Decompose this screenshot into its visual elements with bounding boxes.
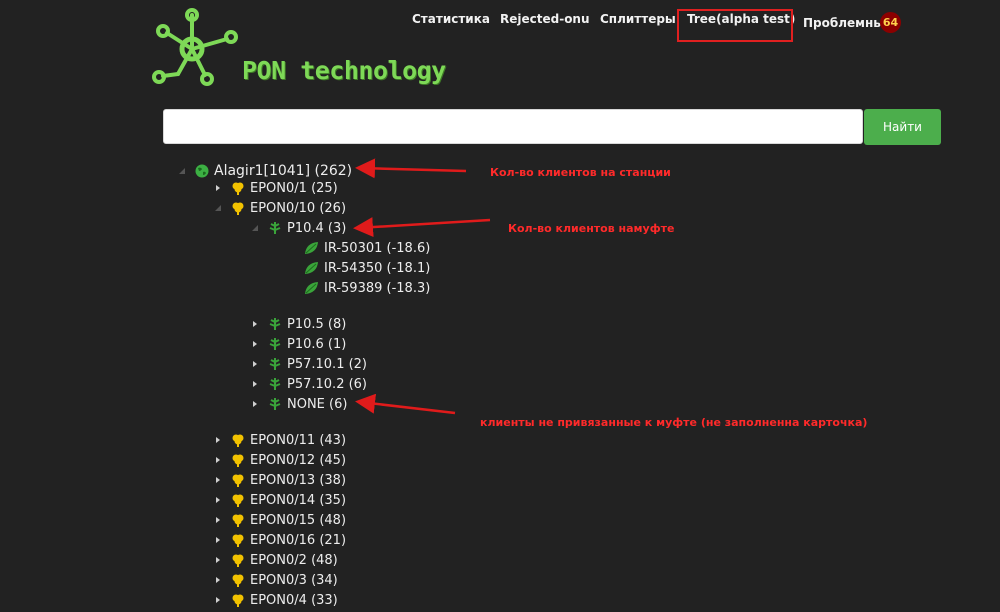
nav-splitters[interactable]: Сплиттеры — [600, 12, 676, 26]
tree-node-label: P57.10.2 (6) — [287, 376, 368, 392]
port-icon — [231, 553, 245, 567]
tree-node-splitter[interactable]: P57.10.1 (2) — [249, 354, 367, 374]
tree-node-splitter[interactable]: P10.4 (3) — [249, 218, 346, 238]
expand-icon[interactable] — [249, 358, 261, 370]
arrow-splitter — [353, 217, 491, 238]
tree-node-port[interactable]: EPON0/10 (26) — [212, 198, 346, 218]
leaf-icon — [304, 241, 319, 255]
tree-node-label: EPON0/10 (26) — [250, 200, 347, 216]
nav-problems[interactable]: Проблемные — [803, 16, 892, 30]
globe-icon — [195, 164, 209, 178]
tree-node-port[interactable]: EPON0/11 (43) — [212, 430, 346, 450]
tree-node-label: IR-50301 (-18.6) — [324, 240, 431, 256]
tree-node-label: P10.4 (3) — [287, 220, 347, 236]
tree-node-client[interactable]: IR-59389 (-18.3) — [304, 278, 430, 298]
tree-node-label: P57.10.1 (2) — [287, 356, 368, 372]
tree-node-label: EPON0/16 (21) — [250, 532, 347, 548]
tree-node-splitter[interactable]: NONE (6) — [249, 394, 347, 414]
port-icon — [231, 493, 245, 507]
tree-node-port[interactable]: EPON0/4 (33) — [212, 590, 338, 610]
expand-icon[interactable] — [212, 534, 224, 546]
tree-node-port[interactable]: EPON0/14 (35) — [212, 490, 346, 510]
tree-node-label: EPON0/14 (35) — [250, 492, 347, 508]
leaf-icon — [304, 281, 319, 295]
tree-node-label: P10.6 (1) — [287, 336, 347, 352]
tree-node-label: Alagir1[1041] (262) — [214, 163, 353, 179]
tree-node-label: IR-54350 (-18.1) — [324, 260, 431, 276]
expand-icon[interactable] — [249, 338, 261, 350]
expand-icon[interactable] — [249, 318, 261, 330]
tree-node-label: NONE (6) — [287, 396, 348, 412]
expand-icon[interactable] — [212, 594, 224, 606]
collapse-icon[interactable] — [176, 165, 188, 177]
tree-node-label: EPON0/3 (34) — [250, 572, 338, 588]
collapse-icon[interactable] — [249, 222, 261, 234]
port-icon — [231, 201, 245, 215]
tree-node-label: EPON0/11 (43) — [250, 432, 347, 448]
port-icon — [231, 533, 245, 547]
arrow-station — [355, 158, 467, 179]
leaf-icon — [304, 261, 319, 275]
tree-node-label: IR-59389 (-18.3) — [324, 280, 431, 296]
tree-node-splitter[interactable]: P10.6 (1) — [249, 334, 346, 354]
leaf-icon — [268, 377, 282, 391]
expand-icon[interactable] — [212, 494, 224, 506]
tree-node-port[interactable]: EPON0/2 (48) — [212, 550, 338, 570]
search-button[interactable]: Найти — [864, 109, 941, 145]
annotation-station-clients: Кол-во клиентов на станции — [490, 166, 671, 179]
expand-icon[interactable] — [212, 554, 224, 566]
port-icon — [231, 473, 245, 487]
port-icon — [231, 513, 245, 527]
port-icon — [231, 593, 245, 607]
tree-node-label: EPON0/12 (45) — [250, 452, 347, 468]
annotation-splitter-clients: Кол-во клиентов намуфте — [508, 222, 675, 235]
port-icon — [231, 453, 245, 467]
nav-rejected-onu[interactable]: Rejected-onu — [500, 12, 590, 26]
leaf-icon — [268, 357, 282, 371]
tree-node-label: EPON0/4 (33) — [250, 592, 338, 608]
tree-node-port[interactable]: EPON0/3 (34) — [212, 570, 338, 590]
tree-node-splitter[interactable]: P10.5 (8) — [249, 314, 346, 334]
collapse-icon[interactable] — [212, 202, 224, 214]
tree-node-label: EPON0/13 (38) — [250, 472, 347, 488]
expand-icon[interactable] — [212, 574, 224, 586]
tree-node-port[interactable]: EPON0/16 (21) — [212, 530, 346, 550]
search-input[interactable] — [163, 109, 863, 144]
tree-node-label: P10.5 (8) — [287, 316, 347, 332]
tree-node-splitter[interactable]: P57.10.2 (6) — [249, 374, 367, 394]
leaf-icon — [268, 317, 282, 331]
tree-node-port[interactable]: EPON0/15 (48) — [212, 510, 346, 530]
leaf-icon — [268, 397, 282, 411]
problem-count-badge: 64 — [880, 12, 901, 33]
leaf-icon — [268, 221, 282, 235]
tree-node-label: EPON0/2 (48) — [250, 552, 338, 568]
expand-icon[interactable] — [212, 434, 224, 446]
tree-node-label: EPON0/15 (48) — [250, 512, 347, 528]
expand-icon[interactable] — [212, 514, 224, 526]
tree-node-port[interactable]: EPON0/1 (25) — [212, 178, 338, 198]
expand-icon[interactable] — [212, 454, 224, 466]
arrow-none — [355, 393, 456, 415]
expand-icon[interactable] — [212, 474, 224, 486]
tree-highlight-box — [677, 9, 793, 42]
port-icon — [231, 573, 245, 587]
expand-icon[interactable] — [249, 378, 261, 390]
port-icon — [231, 181, 245, 195]
annotation-unbound-clients: клиенты не привязанные к муфте (не запол… — [480, 416, 868, 429]
tree-node-client[interactable]: IR-50301 (-18.6) — [304, 238, 430, 258]
nav-statistics[interactable]: Статистика — [412, 12, 490, 26]
tree-node-label: EPON0/1 (25) — [250, 180, 338, 196]
expand-icon[interactable] — [212, 182, 224, 194]
port-icon — [231, 433, 245, 447]
tree-node-port[interactable]: EPON0/13 (38) — [212, 470, 346, 490]
leaf-icon — [268, 337, 282, 351]
expand-icon[interactable] — [249, 398, 261, 410]
tree-node-client[interactable]: IR-54350 (-18.1) — [304, 258, 430, 278]
logo-text: PON technology — [242, 56, 446, 85]
tree-node-port[interactable]: EPON0/12 (45) — [212, 450, 346, 470]
